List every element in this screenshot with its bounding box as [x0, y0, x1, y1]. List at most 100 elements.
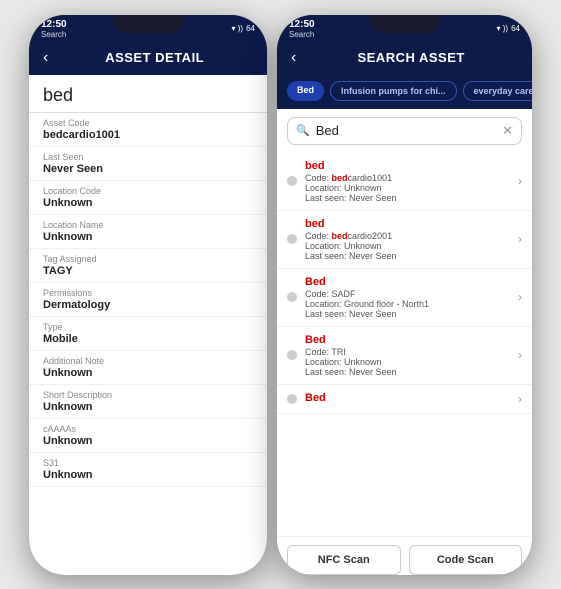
result-code: Code: TRI [305, 347, 510, 357]
detail-label: S31 [43, 458, 253, 468]
wifi-icon: ▾ )) [232, 24, 244, 33]
result-content: Bed [305, 392, 510, 405]
result-last-seen: Last seen: Never Seen [305, 367, 510, 377]
detail-value: bedcardio1001 [43, 129, 253, 141]
result-location: Location: Ground floor - North1 [305, 299, 510, 309]
detail-item: Tag Assigned TAGY [29, 249, 267, 283]
screen-left: bed Asset Code bedcardio1001 Last Seen N… [29, 75, 267, 575]
detail-label: Tag Assigned [43, 254, 253, 264]
chevron-right-icon: › [518, 290, 522, 304]
result-content: Bed Code: SADF Location: Ground floor - … [305, 276, 510, 319]
detail-list: Asset Code bedcardio1001 Last Seen Never… [29, 113, 267, 575]
detail-label: cAAAAs [43, 424, 253, 434]
page-title-right: SEARCH ASSET [304, 50, 518, 65]
left-phone: 12:50 Search ▾ )) 64 ‹ ASSET DETAIL bed … [29, 15, 267, 575]
page-title-left: ASSET DETAIL [56, 50, 253, 65]
detail-item: cAAAAs Unknown [29, 419, 267, 453]
chevron-right-icon: › [518, 174, 522, 188]
detail-item: Additional Note Unknown [29, 351, 267, 385]
asset-name: bed [29, 75, 267, 113]
detail-item: S31 Unknown [29, 453, 267, 487]
detail-value: Unknown [43, 197, 253, 209]
detail-item: Permissions Dermatology [29, 283, 267, 317]
detail-item: Short Description Unknown [29, 385, 267, 419]
detail-label: Short Description [43, 390, 253, 400]
right-phone: 12:50 Search ▾ )) 64 ‹ SEARCH ASSET Bed I… [277, 15, 532, 575]
notch-left [113, 15, 183, 33]
back-button-left[interactable]: ‹ [43, 49, 48, 67]
result-last-seen: Last seen: Never Seen [305, 193, 510, 203]
detail-value: Never Seen [43, 163, 253, 175]
header-left: ‹ ASSET DETAIL [29, 41, 267, 75]
result-status-dot [287, 292, 297, 302]
result-item[interactable]: Bed Code: SADF Location: Ground floor - … [277, 269, 532, 327]
search-tab[interactable]: everyday care [463, 81, 532, 101]
result-code: Code: bedcardio2001 [305, 231, 510, 241]
detail-value: Mobile [43, 333, 253, 345]
result-name: Bed [305, 334, 510, 346]
chevron-right-icon: › [518, 232, 522, 246]
search-tab[interactable]: Bed [287, 81, 324, 101]
result-name: Bed [305, 276, 510, 288]
header-right: ‹ SEARCH ASSET [277, 41, 532, 75]
battery-icon: 64 [246, 24, 255, 33]
code-scan-button[interactable]: Code Scan [409, 545, 523, 575]
chevron-right-icon: › [518, 348, 522, 362]
search-bar[interactable]: 🔍 Bed ✕ [287, 117, 522, 145]
scan-buttons: NFC Scan Code Scan [277, 536, 532, 575]
result-item[interactable]: bed Code: bedcardio2001 Location: Unknow… [277, 211, 532, 269]
result-item[interactable]: bed Code: bedcardio1001 Location: Unknow… [277, 153, 532, 211]
back-button-right[interactable]: ‹ [291, 49, 296, 67]
search-icon: 🔍 [296, 124, 310, 137]
chevron-right-icon: › [518, 392, 522, 406]
search-tab[interactable]: Infusion pumps for chi... [330, 81, 457, 101]
result-name: Bed [305, 392, 510, 404]
result-code: Code: bedcardio1001 [305, 173, 510, 183]
detail-label: Additional Note [43, 356, 253, 366]
search-query: Bed [316, 123, 496, 138]
result-content: Bed Code: TRI Location: Unknown Last see… [305, 334, 510, 377]
nfc-scan-button[interactable]: NFC Scan [287, 545, 401, 575]
detail-label: Location Name [43, 220, 253, 230]
detail-label: Permissions [43, 288, 253, 298]
result-status-dot [287, 176, 297, 186]
label-left: Search [41, 30, 67, 39]
result-last-seen: Last seen: Never Seen [305, 309, 510, 319]
detail-item: Type Mobile [29, 317, 267, 351]
result-location: Location: Unknown [305, 183, 510, 193]
results-list: bed Code: bedcardio1001 Location: Unknow… [277, 153, 532, 507]
time-right: 12:50 [289, 19, 315, 30]
detail-value: Unknown [43, 231, 253, 243]
search-area: 🔍 Bed ✕ bed Code: bedcardio1001 Location… [277, 109, 532, 575]
result-name: bed [305, 218, 510, 230]
result-status-dot [287, 350, 297, 360]
detail-value: Dermatology [43, 299, 253, 311]
detail-value: Unknown [43, 469, 253, 481]
result-location: Location: Unknown [305, 357, 510, 367]
result-status-dot [287, 234, 297, 244]
label-right: Search [289, 30, 315, 39]
detail-label: Type [43, 322, 253, 332]
detail-item: Location Code Unknown [29, 181, 267, 215]
detail-value: TAGY [43, 265, 253, 277]
detail-label: Last Seen [43, 152, 253, 162]
search-tabs: Bed Infusion pumps for chi... everyday car… [277, 75, 532, 109]
result-last-seen: Last seen: Never Seen [305, 251, 510, 261]
result-item[interactable]: Bed Code: TRI Location: Unknown Last see… [277, 327, 532, 385]
detail-value: Unknown [43, 435, 253, 447]
clear-icon[interactable]: ✕ [502, 123, 513, 139]
result-name: bed [305, 160, 510, 172]
result-status-dot [287, 394, 297, 404]
detail-value: Unknown [43, 401, 253, 413]
notch-right [370, 15, 440, 33]
status-icons-right: ▾ )) 64 [497, 24, 520, 33]
battery-icon-right: 64 [511, 24, 520, 33]
detail-value: Unknown [43, 367, 253, 379]
wifi-icon-right: ▾ )) [497, 24, 509, 33]
result-content: bed Code: bedcardio1001 Location: Unknow… [305, 160, 510, 203]
detail-item: Last Seen Never Seen [29, 147, 267, 181]
detail-label: Asset Code [43, 118, 253, 128]
result-item[interactable]: Bed › [277, 385, 532, 414]
result-location: Location: Unknown [305, 241, 510, 251]
detail-item: Location Name Unknown [29, 215, 267, 249]
